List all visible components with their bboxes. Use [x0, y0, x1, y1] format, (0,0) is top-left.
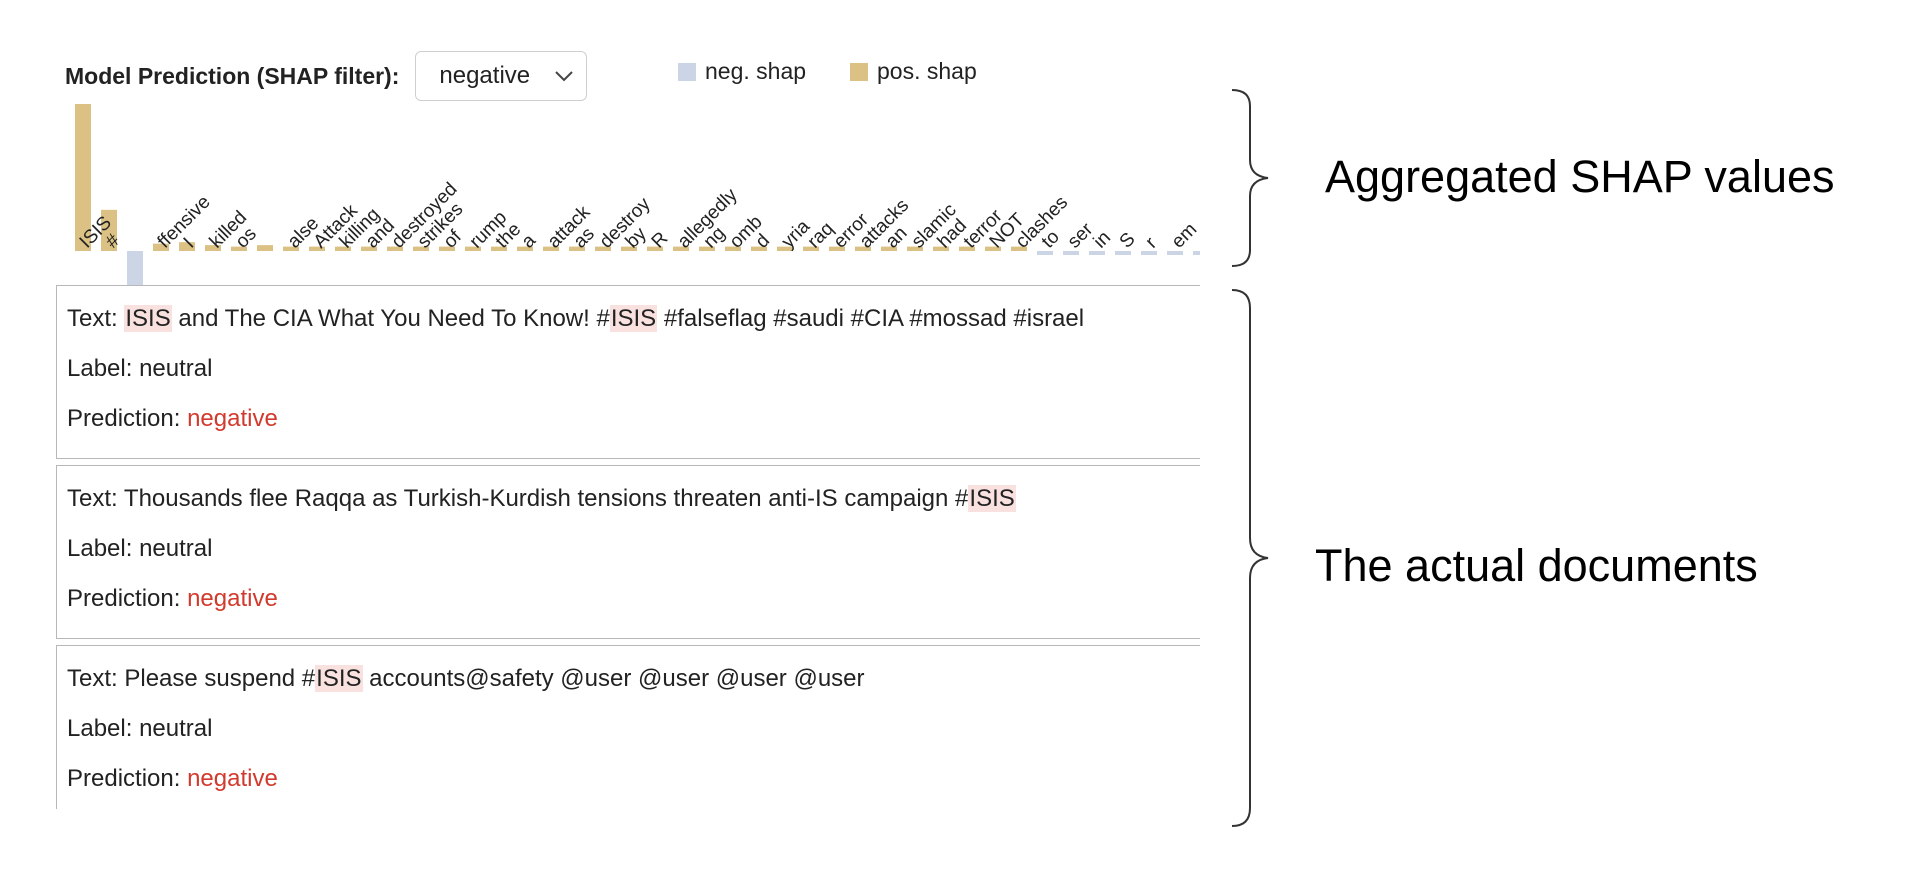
shap-bar-chart: ISIS # ffensive Ikilled os alse Attack killing a… — [55, 90, 1200, 290]
text-segment: accounts@safety @user @user @user @user — [362, 665, 865, 692]
prediction-prefix: Prediction: — [67, 405, 188, 432]
filter-selected-value: negative — [439, 62, 531, 89]
document-card: Text: ISIS and The CIA What You Need To … — [56, 285, 1200, 459]
document-prediction: Prediction: negative — [67, 574, 1200, 624]
highlighted-token: ISIS — [315, 665, 363, 692]
document-label: Label: neutral — [67, 704, 1200, 754]
token-label: S — [1116, 229, 1140, 253]
label-value: neutral — [139, 355, 213, 382]
legend-pos: pos. shap — [850, 58, 977, 85]
prediction-value: negative — [187, 765, 278, 792]
text-segment: #falseflag #saudi #CIA #mossad #israel — [657, 305, 1085, 332]
highlighted-token: ISIS — [124, 305, 172, 332]
filter-label: Model Prediction (SHAP filter): — [65, 62, 400, 89]
brace-bottom — [1231, 289, 1269, 827]
token-label: r — [1142, 233, 1162, 253]
document-card: Text: Please suspend #ISIS accounts@safe… — [56, 645, 1200, 809]
label-prefix: Label: — [67, 355, 140, 382]
legend-neg: neg. shap — [678, 58, 806, 85]
shap-bar — [1193, 251, 1200, 255]
prediction-prefix: Prediction: — [67, 585, 188, 612]
document-text: Text: Thousands flee Raqqa as Turkish-Ku… — [67, 474, 1200, 524]
neg-swatch — [678, 62, 696, 81]
shap-chart-svg: ISIS# ffensiveI killedos alseAttackkillinga… — [75, 104, 1200, 287]
prediction-value: negative — [187, 405, 278, 432]
document-prediction: Prediction: negative — [67, 754, 1200, 804]
pos-swatch — [850, 62, 868, 81]
text-segment: Text: — [67, 305, 125, 332]
document-list: Text: ISIS and The CIA What You Need To … — [56, 283, 1200, 809]
chevron-down-icon — [555, 71, 574, 82]
label-value: neutral — [139, 715, 213, 742]
prediction-value: negative — [187, 585, 278, 612]
document-prediction: Prediction: negative — [67, 394, 1200, 444]
text-segment: Text: Thousands flee Raqqa as Turkish-Ku… — [67, 485, 969, 512]
shap-bar — [257, 245, 273, 251]
brace-top — [1231, 89, 1269, 267]
highlighted-token: ISIS — [609, 305, 658, 332]
document-card: Text: Thousands flee Raqqa as Turkish-Ku… — [56, 465, 1200, 639]
prediction-prefix: Prediction: — [67, 765, 188, 792]
document-label: Label: neutral — [67, 344, 1200, 394]
document-text: Text: ISIS and The CIA What You Need To … — [67, 294, 1200, 344]
highlighted-token: ISIS — [968, 485, 1016, 512]
shap-bar — [127, 251, 143, 287]
annotation-aggregated-shap: Aggregated SHAP values — [1325, 151, 1835, 202]
annotation-actual-documents: The actual documents — [1315, 540, 1758, 591]
text-segment: and The CIA What You Need To Know! # — [171, 305, 610, 332]
label-prefix: Label: — [67, 535, 140, 562]
legend-neg-label: neg. shap — [705, 58, 807, 84]
token-label: destroy — [596, 193, 655, 252]
token-label: . — [1194, 234, 1200, 253]
document-text: Text: Please suspend #ISIS accounts@safe… — [67, 654, 1200, 704]
label-prefix: Label: — [67, 715, 140, 742]
document-label: Label: neutral — [67, 524, 1200, 574]
label-value: neutral — [139, 535, 213, 562]
text-segment: Text: Please suspend # — [67, 665, 316, 692]
legend-pos-label: pos. shap — [877, 58, 977, 84]
